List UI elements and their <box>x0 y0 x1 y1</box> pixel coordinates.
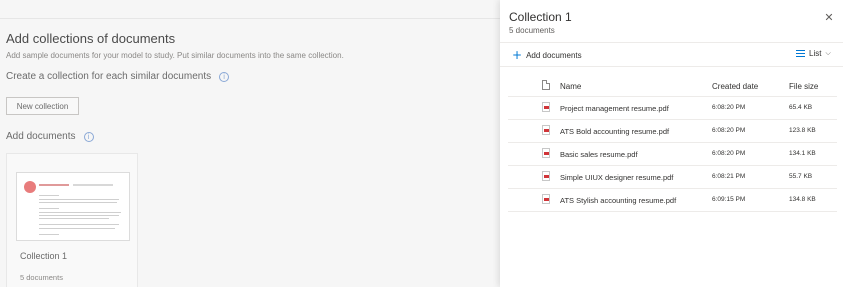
file-name[interactable]: Simple UIUX designer resume.pdf <box>560 173 673 182</box>
column-created-date[interactable]: Created date <box>712 82 758 91</box>
create-collection-heading: Create a collection for each similar doc… <box>6 71 230 82</box>
file-name[interactable]: ATS Bold accounting resume.pdf <box>560 127 669 136</box>
created-date: 6:08:21 PM <box>712 173 746 180</box>
table-row[interactable]: ATS Stylish accounting resume.pdf 6:09:1… <box>508 189 837 212</box>
file-type-icon <box>542 80 550 90</box>
divider <box>500 42 843 43</box>
info-icon[interactable]: i <box>83 131 94 142</box>
file-size: 65.4 KB <box>789 104 813 111</box>
close-icon[interactable]: ✕ <box>823 11 835 24</box>
divider <box>500 66 843 67</box>
add-documents-label: Add documents <box>6 131 76 142</box>
collection-card-count: 5 documents <box>20 273 63 282</box>
collection-card[interactable]: Collection 1 5 documents <box>6 153 138 287</box>
documents-table: Name Created date File size Project mana… <box>508 75 837 212</box>
pdf-file-icon <box>542 171 550 181</box>
table-header: Name Created date File size <box>508 75 837 97</box>
table-row[interactable]: Simple UIUX designer resume.pdf 6:08:21 … <box>508 166 837 189</box>
file-size: 123.8 KB <box>789 127 816 134</box>
file-name[interactable]: ATS Stylish accounting resume.pdf <box>560 196 676 205</box>
info-icon[interactable]: i <box>219 71 230 82</box>
table-row[interactable]: Project management resume.pdf 6:08:20 PM… <box>508 97 837 120</box>
table-row[interactable]: ATS Bold accounting resume.pdf 6:08:20 P… <box>508 120 837 143</box>
table-row[interactable]: Basic sales resume.pdf 6:08:20 PM 134.1 … <box>508 143 837 166</box>
created-date: 6:08:20 PM <box>712 150 746 157</box>
pdf-file-icon <box>542 125 550 135</box>
collection-card-title: Collection 1 <box>20 251 68 261</box>
pdf-file-icon <box>542 194 550 204</box>
add-documents-button[interactable]: + Add documents <box>512 49 582 61</box>
chevron-down-icon: ⌵ <box>825 49 831 57</box>
page-description: Add sample documents for your model to s… <box>6 51 344 60</box>
view-switcher[interactable]: List ⌵ <box>796 49 831 58</box>
created-date: 6:08:20 PM <box>712 127 746 134</box>
add-documents-button-label: Add documents <box>526 50 582 60</box>
divider <box>0 18 500 19</box>
document-thumbnail <box>16 172 130 241</box>
panel-subtitle: 5 documents <box>509 26 555 35</box>
new-collection-button[interactable]: New collection <box>6 97 79 115</box>
pdf-file-icon <box>542 148 550 158</box>
pdf-file-icon <box>542 102 550 112</box>
page-title: Add collections of documents <box>6 31 176 46</box>
plus-icon: + <box>512 48 523 62</box>
list-icon <box>796 50 805 57</box>
panel-title: Collection 1 <box>509 10 572 24</box>
file-size: 134.8 KB <box>789 196 816 203</box>
created-date: 6:08:20 PM <box>712 104 746 111</box>
view-switcher-label: List <box>809 49 822 58</box>
file-name[interactable]: Project management resume.pdf <box>560 104 669 113</box>
file-name[interactable]: Basic sales resume.pdf <box>560 150 638 159</box>
add-documents-heading: Add documents i <box>6 131 94 142</box>
column-file-size[interactable]: File size <box>789 82 818 91</box>
file-size: 134.1 KB <box>789 150 816 157</box>
created-date: 6:09:15 PM <box>712 196 746 203</box>
file-size: 55.7 KB <box>789 173 813 180</box>
column-name[interactable]: Name <box>560 82 581 91</box>
create-collection-label: Create a collection for each similar doc… <box>6 71 212 82</box>
collection-panel: Collection 1 5 documents ✕ + Add documen… <box>500 0 843 287</box>
